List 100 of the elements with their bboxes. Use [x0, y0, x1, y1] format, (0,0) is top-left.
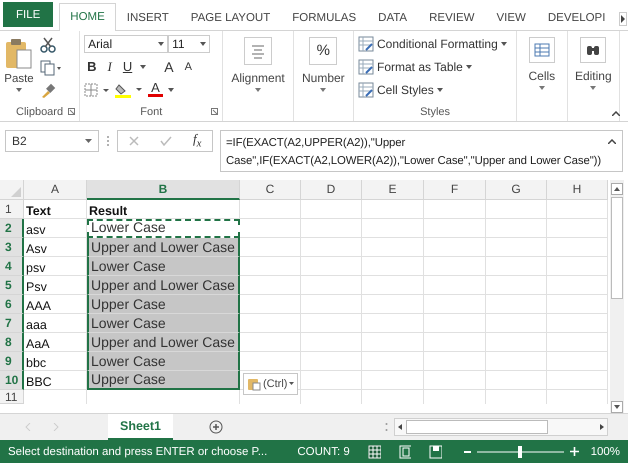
italic-button[interactable]: I — [104, 58, 115, 75]
scrollbar-thumb[interactable] — [611, 196, 623, 299]
row-header[interactable]: 1 — [0, 200, 24, 219]
zoom-out-icon[interactable] — [464, 450, 471, 453]
row-header[interactable]: 3 — [0, 238, 24, 257]
grow-font-button[interactable]: A — [161, 58, 177, 75]
font-name-field[interactable]: Arial — [84, 34, 168, 53]
styles-menu-button[interactable]: Conditional Formatting — [358, 34, 512, 54]
table-cell: Upper Case — [87, 294, 240, 314]
page-layout-view-icon[interactable] — [398, 444, 412, 459]
sheet-tab[interactable]: Sheet1 — [108, 414, 173, 440]
insert-function-button[interactable]: f$_{x}$ — [192, 131, 202, 150]
editing-button[interactable]: Editing — [572, 34, 616, 103]
scroll-down-icon[interactable] — [611, 401, 623, 414]
row-header[interactable]: 7 — [0, 314, 24, 333]
ribbon-tab[interactable]: FORMULAS — [281, 4, 368, 31]
zoom-in-icon[interactable] — [570, 447, 579, 456]
row-header[interactable]: 10 — [0, 370, 24, 390]
dialog-launcher-icon[interactable] — [68, 108, 76, 115]
paste-button[interactable]: Paste — [4, 34, 34, 103]
table-cell: Upper and Lower Case — [87, 238, 240, 257]
row-header[interactable]: 4 — [0, 256, 24, 276]
caret-icon[interactable] — [158, 42, 164, 46]
table-cell: AAA — [26, 298, 52, 313]
ribbon-tab[interactable]: REVIEW — [418, 4, 486, 31]
group-label: Styles — [420, 106, 450, 118]
table-cell: Upper and Lower Case — [87, 332, 240, 352]
ribbon-tab[interactable]: VIEW — [485, 4, 537, 31]
alignment-button[interactable]: Alignment — [227, 34, 289, 103]
font-color-button[interactable]: A — [148, 82, 163, 98]
font-size-field[interactable]: 11 — [168, 34, 210, 53]
column-header[interactable]: B — [87, 180, 240, 200]
row-header[interactable]: 6 — [0, 294, 24, 314]
paste-options-button[interactable]: (Ctrl) — [243, 372, 298, 395]
cells-button[interactable]: Cells — [521, 34, 563, 103]
row-header[interactable]: 2 — [0, 218, 24, 238]
binoculars-icon — [580, 36, 606, 63]
zoom-slider-thumb[interactable] — [518, 446, 522, 458]
bold-button[interactable]: B — [84, 59, 100, 74]
name-box[interactable]: B2 — [5, 130, 99, 152]
scrollbar-thumb[interactable] — [406, 420, 548, 434]
caret-icon — [16, 88, 22, 92]
fill-color-icon[interactable] — [115, 82, 144, 98]
column-header[interactable]: C — [240, 180, 301, 200]
page-break-view-icon[interactable] — [429, 444, 442, 459]
table-icon — [528, 36, 555, 63]
table-cell: Upper and Lower Case — [87, 276, 240, 295]
copy-icon[interactable] — [40, 60, 62, 76]
row-header[interactable]: 8 — [0, 332, 24, 352]
column-header[interactable]: H — [547, 180, 608, 200]
ribbon-tab[interactable]: DEVELOPI — [536, 4, 616, 31]
checkmark-icon[interactable] — [160, 136, 172, 146]
table-style-icon — [358, 58, 374, 75]
caret-icon — [436, 88, 443, 92]
normal-view-icon[interactable] — [368, 444, 381, 459]
caret-icon[interactable] — [168, 88, 174, 92]
column-header[interactable]: G — [486, 180, 547, 200]
brush-icon[interactable] — [40, 82, 56, 99]
scroll-right-icon[interactable] — [619, 12, 627, 26]
row-header[interactable]: 9 — [0, 352, 24, 371]
row-header[interactable]: 5 — [0, 276, 24, 295]
shrink-font-button[interactable]: A — [182, 60, 195, 73]
number-button[interactable]: % Number — [298, 34, 350, 103]
dialog-launcher-icon[interactable] — [211, 108, 218, 115]
caret-icon[interactable] — [140, 64, 146, 69]
select-all-triangle-icon — [11, 186, 21, 197]
zoom-level[interactable]: 100% — [590, 446, 620, 458]
ribbon-tab[interactable]: HOME — [59, 2, 116, 31]
column-header[interactable]: F — [424, 180, 486, 200]
ribbon-tab[interactable]: DATA — [367, 4, 418, 31]
percent-symbol: % — [309, 36, 338, 65]
align-center-icon — [244, 36, 272, 65]
formula-field[interactable]: =IF(EXACT(A2,UPPER(A2)),"Upper Case",IF(EXACT(A2,LOWER(A2)),"Lower Case","Upper and Lower Case")) — [220, 130, 623, 172]
styles-menu-button[interactable]: Format as Table — [358, 56, 512, 77]
collapse-ribbon-icon[interactable] — [612, 110, 620, 116]
vertical-scrollbar[interactable] — [610, 180, 624, 414]
ribbon-tab[interactable]: INSERT — [116, 4, 180, 31]
table-cell: bbc — [26, 356, 46, 370]
scissors-icon[interactable] — [40, 36, 56, 53]
table-cell: aaa — [26, 318, 47, 332]
column-header[interactable]: D — [301, 180, 362, 200]
column-header[interactable]: A — [24, 180, 87, 200]
borders-icon[interactable] — [84, 82, 110, 97]
table-cell: Psv — [26, 280, 47, 294]
caret-icon[interactable] — [85, 138, 92, 143]
add-sheet-icon[interactable] — [209, 420, 223, 434]
collapse-icon[interactable] — [608, 138, 616, 144]
caret-icon — [289, 382, 294, 386]
horizontal-scrollbar[interactable] — [394, 418, 608, 436]
scroll-up-icon[interactable] — [611, 182, 623, 195]
ribbon-tab[interactable]: PAGE LAYOUT — [180, 4, 282, 31]
table-cell: Asv — [26, 242, 47, 256]
table-cell: Lower Case — [87, 256, 240, 276]
underline-button[interactable]: U — [120, 59, 136, 74]
column-header[interactable]: E — [362, 180, 424, 200]
row-header[interactable]: 11 — [0, 390, 24, 404]
caret-icon[interactable] — [200, 42, 206, 46]
styles-menu-button[interactable]: Cell Styles — [358, 80, 512, 100]
ribbon-tab[interactable]: FILE — [3, 2, 54, 27]
caret-icon — [500, 42, 507, 46]
